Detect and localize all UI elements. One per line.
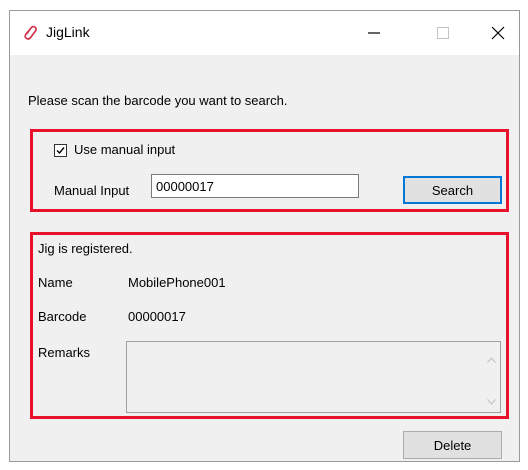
title-bar[interactable]: JigLink — [10, 11, 519, 55]
manual-input-field[interactable] — [151, 174, 359, 198]
window-title: JigLink — [46, 24, 90, 40]
remarks-label: Remarks — [38, 345, 91, 360]
close-button[interactable] — [475, 11, 519, 55]
scroll-up-icon[interactable] — [487, 351, 496, 366]
manual-input-checkbox-label[interactable]: Use manual input — [74, 142, 175, 157]
manual-input-checkbox[interactable] — [54, 144, 67, 157]
app-window: JigLink Please scan the barcode you want… — [9, 10, 520, 462]
name-value: MobilePhone001 — [128, 275, 226, 290]
remarks-textarea[interactable] — [126, 341, 501, 413]
delete-button[interactable]: Delete — [403, 431, 502, 459]
instruction-text: Please scan the barcode you want to sear… — [28, 93, 288, 108]
minimize-icon — [367, 26, 381, 40]
maximize-button[interactable] — [420, 11, 466, 55]
scroll-down-icon[interactable] — [487, 393, 496, 408]
status-text: Jig is registered. — [38, 241, 133, 256]
minimize-button[interactable] — [351, 11, 397, 55]
remarks-scrollbar[interactable] — [483, 342, 500, 412]
maximize-icon — [436, 26, 450, 40]
name-label: Name — [38, 275, 73, 290]
barcode-label: Barcode — [38, 309, 87, 324]
barcode-value: 00000017 — [128, 309, 186, 324]
close-icon — [491, 26, 505, 40]
manual-input-label: Manual Input — [54, 183, 130, 198]
search-button[interactable]: Search — [403, 176, 502, 204]
paperclip-icon — [21, 24, 39, 42]
